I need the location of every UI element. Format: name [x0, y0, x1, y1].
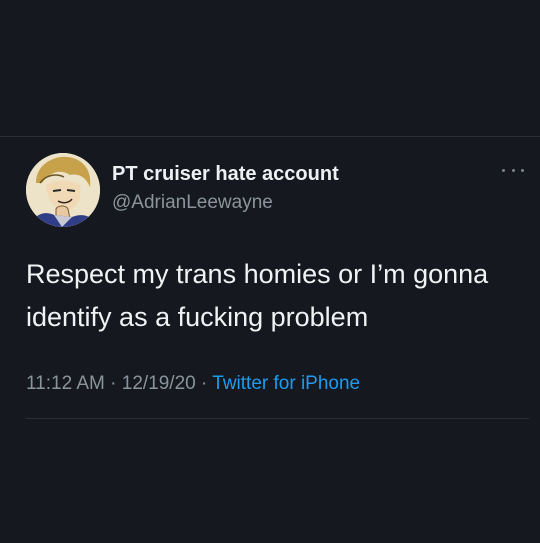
tweet-metadata: 11:12 AM · 12/19/20 · Twitter for iPhone	[26, 373, 360, 395]
meta-separator: ·	[110, 373, 117, 394]
username-handle[interactable]: @AdrianLeewayne	[112, 192, 273, 214]
tweet-date[interactable]: 12/19/20	[122, 373, 196, 394]
top-divider	[0, 136, 540, 137]
avatar-image	[26, 153, 100, 227]
tweet-time[interactable]: 11:12 AM	[26, 373, 105, 394]
more-horizontal-icon[interactable]	[502, 165, 524, 175]
bottom-divider	[26, 418, 529, 419]
tweet-source-link[interactable]: Twitter for iPhone	[212, 373, 360, 394]
avatar[interactable]	[26, 153, 100, 227]
display-name[interactable]: PT cruiser hate account	[112, 163, 339, 186]
tweet-text: Respect my trans homies or I’m gonna ide…	[26, 259, 489, 332]
meta-separator: ·	[201, 373, 208, 394]
